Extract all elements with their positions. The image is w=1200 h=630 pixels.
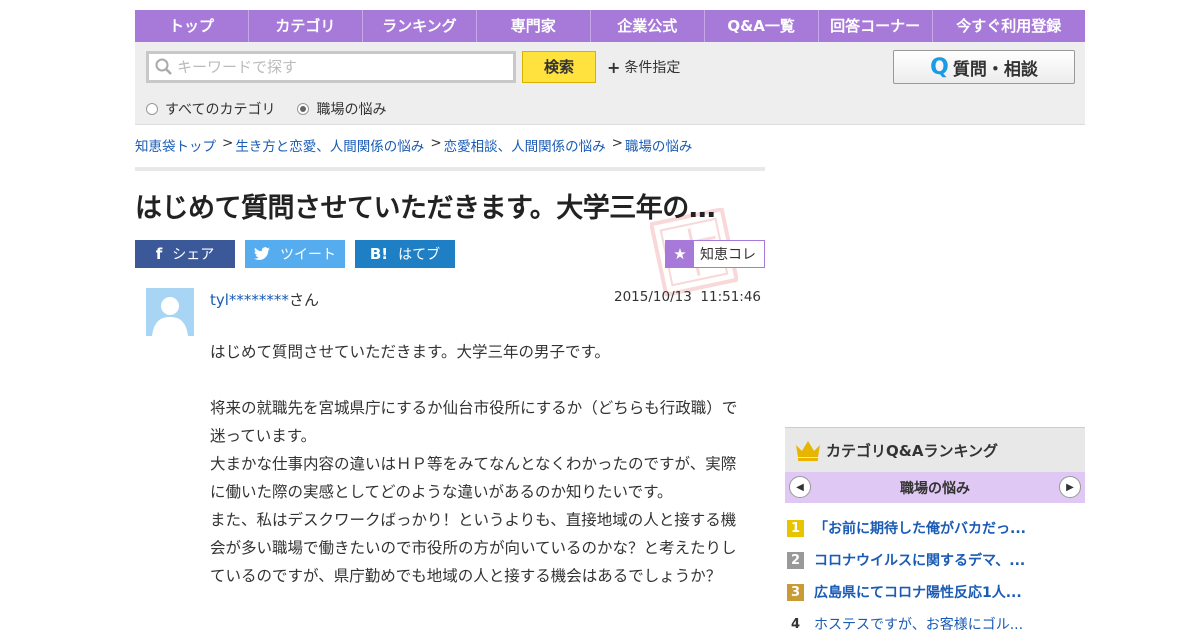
- body-paragraph: はじめて質問させていただきます。大学三年の男子です。: [210, 343, 610, 361]
- ranking-category-bar: ◀ 職場の悩み ▶: [785, 472, 1085, 503]
- ranking-title: カテゴリQ&Aランキング: [826, 441, 998, 460]
- nav-qa-list[interactable]: Q&A一覧: [703, 10, 818, 42]
- nav-category[interactable]: カテゴリ: [247, 10, 362, 42]
- question-body: はじめて質問させていただきます。大学三年の男子です。 将来の就職先を宮城県庁にす…: [210, 338, 750, 590]
- breadcrumb-life[interactable]: 生き方と恋愛、人間関係の悩み: [235, 135, 424, 155]
- ranking-item[interactable]: 2 コロナウイルスに関するデマ、...: [785, 544, 1085, 576]
- radio-label: 職場の悩み: [316, 102, 387, 118]
- tweet-label: ツイート: [280, 247, 336, 263]
- next-category-button[interactable]: ▶: [1059, 476, 1081, 498]
- breadcrumb: 知恵袋トップ > 生き方と恋愛、人間関係の悩み > 恋愛相談、人間関係の悩み >…: [135, 135, 692, 155]
- question-author: tyl********さん: [210, 289, 319, 310]
- global-nav: トップ カテゴリ ランキング 専門家 企業公式 Q&A一覧 回答コーナー 今すぐ…: [135, 10, 1085, 42]
- q-icon: Q: [930, 54, 949, 80]
- rank-badge: 1: [787, 519, 804, 537]
- ranking-link[interactable]: コロナウイルスに関するデマ、...: [814, 550, 1025, 570]
- question-title: はじめて質問させていただきます。大学三年の…: [135, 193, 716, 224]
- rank-badge: 4: [790, 616, 801, 630]
- search-input[interactable]: [177, 58, 497, 76]
- breadcrumb-love[interactable]: 恋愛相談、人間関係の悩み: [444, 135, 606, 155]
- nav-answer-corner[interactable]: 回答コーナー: [817, 10, 932, 42]
- ask-question-button[interactable]: Q 質問・相談: [893, 50, 1075, 84]
- rank-badge: 3: [787, 583, 804, 601]
- radio-all-categories[interactable]: すべてのカテゴリ: [146, 99, 275, 119]
- avatar[interactable]: [146, 288, 194, 336]
- body-paragraph: 大まかな仕事内容の違いはＨＰ等をみてなんとなくわかったのですが、実際に働いた際の…: [210, 455, 737, 501]
- hatena-bookmark-button[interactable]: B! はてブ: [355, 240, 455, 268]
- chiecolle-button[interactable]: ★ 知恵コレ: [665, 240, 765, 268]
- breadcrumb-workplace[interactable]: 職場の悩み: [625, 135, 693, 155]
- ranking-link[interactable]: ホステスですが、お客様にゴル...: [814, 614, 1023, 630]
- user-silhouette-icon: [152, 297, 188, 336]
- twitter-share-button[interactable]: ツイート: [245, 240, 345, 268]
- breadcrumb-sep: >: [222, 135, 234, 151]
- nav-register[interactable]: 今すぐ利用登録: [931, 10, 1085, 42]
- ask-label: 質問・相談: [952, 59, 1038, 80]
- share-label: シェア: [172, 247, 215, 263]
- hatena-icon: B!: [369, 245, 389, 263]
- search-button[interactable]: 検索: [522, 51, 596, 83]
- breadcrumb-sep: >: [430, 135, 442, 151]
- facebook-share-button[interactable]: f シェア: [135, 240, 235, 268]
- divider: [135, 167, 765, 171]
- body-paragraph: 将来の就職先を宮城県庁にするか仙台市役所にするか（どちらも行政職）で迷っています…: [210, 399, 738, 445]
- ranking-item[interactable]: 4 ホステスですが、お客様にゴル...: [785, 608, 1085, 630]
- ranking-link[interactable]: 「お前に期待した俺がバカだっ...: [814, 518, 1026, 538]
- chiecolle-label: 知恵コレ: [700, 247, 756, 263]
- author-suffix: さん: [288, 291, 319, 309]
- body-blank: [210, 366, 750, 394]
- nav-official[interactable]: 企業公式: [589, 10, 704, 42]
- prev-category-button[interactable]: ◀: [789, 476, 811, 498]
- nav-top[interactable]: トップ: [135, 10, 248, 42]
- search-bar: 検索 + 条件指定 Q 質問・相談 すべてのカテゴリ 職場の悩み: [135, 42, 1085, 125]
- post-date: 2015/10/13 11:51:46: [614, 289, 762, 305]
- crown-icon: [796, 441, 820, 461]
- search-box: [146, 51, 516, 83]
- body-paragraph: また、私はデスクワークばっかり！というよりも、直接地域の人と接する機会が多い職場…: [210, 511, 737, 585]
- rank-badge: 2: [787, 551, 804, 569]
- ranking-header: カテゴリQ&Aランキング: [785, 427, 1085, 472]
- hatena-label: はてブ: [398, 247, 441, 263]
- ranking-item[interactable]: 1 「お前に期待した俺がバカだっ...: [785, 512, 1085, 544]
- condition-label: 条件指定: [624, 60, 681, 76]
- plus-icon: +: [607, 57, 621, 77]
- ranking-list: 1 「お前に期待した俺がバカだっ... 2 コロナウイルスに関するデマ、... …: [785, 512, 1085, 630]
- radio-circle-checked[interactable]: [297, 103, 310, 115]
- breadcrumb-top[interactable]: 知恵袋トップ: [135, 135, 216, 155]
- star-icon: ★: [666, 241, 694, 267]
- twitter-icon: [254, 247, 270, 261]
- radio-label: すべてのカテゴリ: [165, 102, 276, 118]
- radio-workplace[interactable]: 職場の悩み: [297, 99, 386, 119]
- condition-button[interactable]: + 条件指定: [607, 57, 680, 77]
- facebook-icon: f: [155, 245, 163, 263]
- ranking-link[interactable]: 広島県にてコロナ陽性反応1人...: [814, 582, 1022, 602]
- search-icon: [155, 58, 172, 75]
- nav-experts[interactable]: 専門家: [475, 10, 590, 42]
- ranking-item[interactable]: 3 広島県にてコロナ陽性反応1人...: [785, 576, 1085, 608]
- radio-circle[interactable]: [146, 103, 158, 115]
- author-link[interactable]: tyl********: [210, 291, 289, 309]
- breadcrumb-sep: >: [611, 135, 623, 151]
- ranking-category: 職場の悩み: [900, 480, 970, 497]
- category-scope: すべてのカテゴリ 職場の悩み: [146, 99, 386, 119]
- nav-ranking[interactable]: ランキング: [361, 10, 476, 42]
